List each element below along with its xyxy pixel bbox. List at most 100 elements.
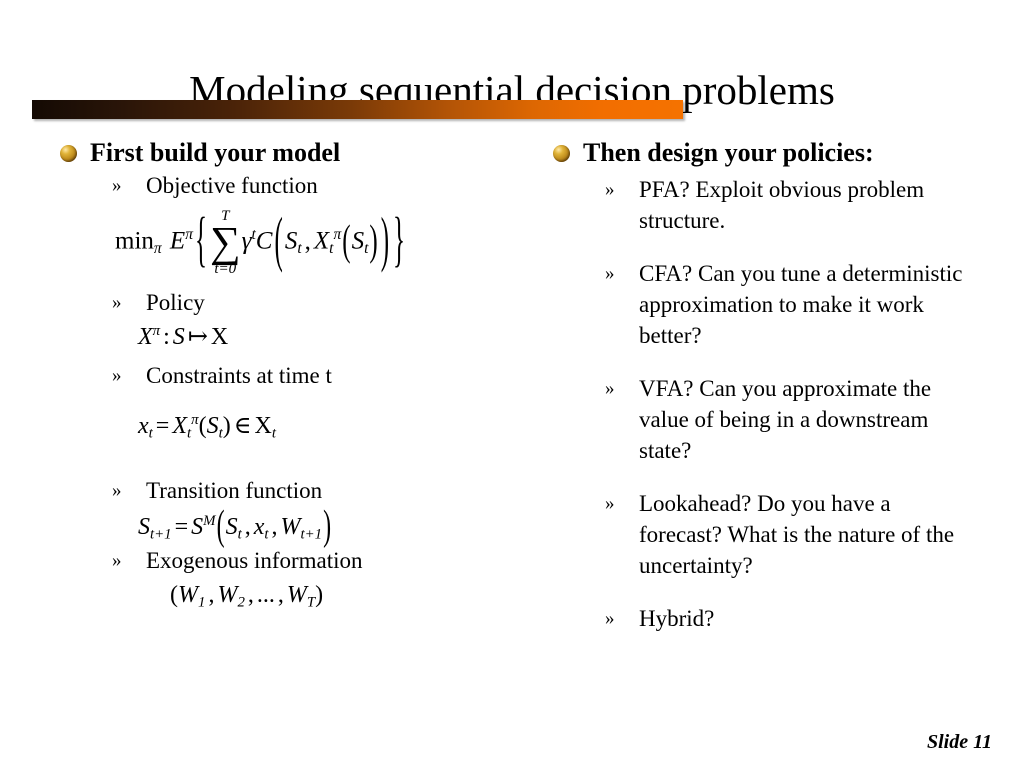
guillemet-icon: » (605, 378, 615, 399)
eq-feasible-set: X (210, 323, 229, 350)
sphere-bullet-icon (553, 145, 570, 162)
eq-inner-paren-close: ) (369, 217, 378, 265)
eq-paren-open: ( (274, 207, 283, 274)
eq-paren-close: ) (315, 581, 324, 608)
guillemet-icon: » (112, 291, 122, 313)
eq-policy-X: X (313, 227, 330, 255)
slide-number: Slide 11 (926, 731, 992, 753)
eq-paren-close: ) (222, 412, 231, 439)
eq-cost-function: C (255, 227, 273, 255)
eq-comma: , (271, 514, 278, 541)
list-item-hybrid: » Hybrid? (605, 603, 1008, 634)
eq-state: S (284, 227, 298, 255)
eq-inner-paren-open: ( (342, 217, 351, 265)
eq-equals: = (174, 514, 189, 541)
eq-W2-subscript: 2 (237, 594, 245, 611)
eq-sum-symbol: ∑ (209, 219, 241, 266)
equation-policy: Xπ: S ↦ X (138, 322, 540, 350)
eq-comma: , (304, 227, 311, 255)
eq-policy-superscript: π (152, 322, 161, 339)
list-item-label: Constraints at time t (146, 362, 332, 388)
eq-state: S (206, 412, 219, 439)
list-item-constraints: » Constraints at time t (112, 360, 540, 391)
right-column: Then design your policies: » PFA? Exploi… (553, 136, 1008, 634)
list-item-policy: » Policy (112, 287, 540, 318)
eq-equals: = (155, 412, 170, 439)
equation-constraints: xt = Xtπ(St) ∈ Xt (138, 412, 540, 442)
equation-objective-function: minπ Eπ{T ∑ t=0 γtC(St, Xtπ(St))} (115, 207, 540, 277)
left-heading-label: First build your model (90, 138, 341, 167)
left-column: First build your model » Objective funct… (60, 136, 540, 611)
eq-element-of-icon: ∈ (233, 412, 252, 439)
sphere-bullet-icon (60, 145, 77, 162)
eq-WT: W (286, 581, 307, 608)
eq-policy-superscript: π (333, 225, 342, 243)
guillemet-icon: » (112, 364, 122, 386)
eq-colon: : (163, 323, 170, 350)
title-gradient-rule (32, 100, 683, 119)
list-item-label: Lookahead? Do you have a forecast? What … (639, 491, 955, 578)
eq-inner-state: S (351, 227, 365, 255)
eq-brace-close: } (393, 207, 406, 274)
left-column-heading: First build your model (60, 136, 540, 170)
eq-decision: x (138, 412, 149, 439)
list-item-cfa: » CFA? Can you tune a deterministic appr… (605, 258, 1008, 351)
eq-WT-subscript: T (306, 594, 316, 611)
equation-exogenous-information: (W1, W2,..., WT) (170, 581, 540, 611)
eq-next-state: S (138, 514, 150, 541)
guillemet-icon: » (112, 480, 122, 502)
list-item-pfa: » PFA? Exploit obvious problem structure… (605, 174, 1008, 236)
eq-min: min (115, 227, 154, 255)
guillemet-icon: » (112, 175, 122, 196)
guillemet-icon: » (605, 608, 615, 629)
eq-paren-open: ( (170, 581, 178, 608)
guillemet-icon: » (112, 549, 122, 571)
eq-next-state-subscript: t+1 (150, 526, 172, 543)
eq-state-subscript: t (297, 240, 302, 258)
list-item-lookahead: » Lookahead? Do you have a forecast? Wha… (605, 488, 1008, 581)
eq-W2: W (217, 581, 238, 608)
eq-transition-superscript: M (203, 513, 216, 530)
eq-feasible-set: X (254, 412, 272, 439)
eq-arg-decision-subscript: t (264, 526, 269, 543)
list-item-label: VFA? Can you approximate the value of be… (639, 376, 932, 463)
eq-comma: , (247, 581, 254, 608)
eq-paren-open: ( (198, 412, 207, 439)
guillemet-icon: » (605, 493, 615, 514)
eq-state-space: S (172, 323, 185, 350)
eq-paren-close: ) (380, 207, 390, 274)
eq-comma: , (277, 581, 284, 608)
eq-expectation-superscript: π (185, 225, 193, 243)
list-item-label: Policy (146, 289, 205, 315)
list-item-transition-function: » Transition function (112, 475, 540, 506)
list-item-objective-function: » Objective function (112, 170, 540, 201)
eq-policy-symbol: X (138, 323, 153, 350)
eq-gamma: γ (241, 227, 252, 255)
eq-policy-symbol: X (172, 412, 188, 439)
list-item-label: Transition function (146, 478, 323, 504)
list-item-label: CFA? Can you tune a deterministic approx… (639, 261, 963, 348)
guillemet-icon: » (605, 179, 615, 200)
eq-paren-open: ( (216, 504, 225, 550)
eq-W1: W (178, 581, 198, 608)
eq-arg-exogenous-subscript: t+1 (300, 526, 323, 543)
eq-arg-decision: x (253, 514, 265, 541)
equation-transition-function: St+1 = SM(St, xt, Wt+1) (138, 504, 540, 550)
eq-mapsto-icon: ↦ (187, 323, 208, 350)
eq-brace-open: { (194, 207, 207, 274)
guillemet-icon: » (605, 263, 615, 284)
list-item-vfa: » VFA? Can you approximate the value of … (605, 373, 1008, 466)
eq-transition-symbol: S (191, 514, 204, 541)
right-column-heading: Then design your policies: (553, 136, 1008, 170)
eq-summation: T ∑ t=0 (210, 209, 241, 277)
eq-arg-exogenous: W (280, 514, 301, 541)
eq-sum-lower-limit: t=0 (214, 260, 237, 277)
eq-feasible-set-subscript: t (271, 425, 276, 442)
eq-comma: , (244, 514, 251, 541)
